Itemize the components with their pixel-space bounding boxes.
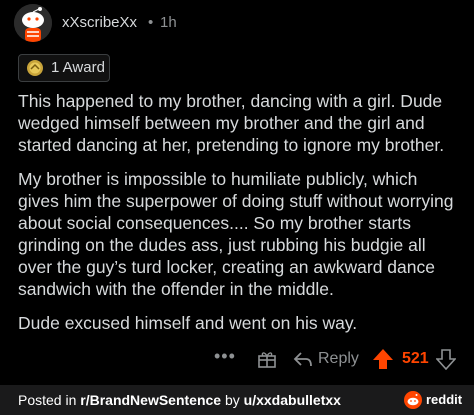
reply-button[interactable]: Reply (318, 350, 359, 368)
user-avatar[interactable] (14, 4, 52, 42)
reddit-wordmark: reddit (426, 392, 463, 407)
footer-caption: Posted in r/BrandNewSentence by u/xxdabu… (18, 392, 341, 408)
award-label: 1 Award (51, 59, 105, 76)
downvote-arrow-icon[interactable] (436, 348, 456, 370)
gift-award-icon[interactable] (257, 349, 277, 369)
footer-user-link[interactable]: u/xxdabulletxx (244, 392, 341, 408)
reply-arrow-icon[interactable] (293, 350, 313, 368)
post-footer: Posted in r/BrandNewSentence by u/xxdabu… (0, 385, 474, 415)
footer-subreddit-link[interactable]: r/BrandNewSentence (80, 392, 221, 408)
upvote-arrow-icon[interactable] (372, 348, 394, 370)
comment-paragraph: This happened to my brother, dancing wit… (18, 91, 445, 155)
vote-score: 521 (402, 350, 429, 367)
reddit-alien-icon (404, 391, 422, 409)
comment-paragraph: Dude excused himself and went on his way… (18, 313, 358, 333)
comment-paragraph: My brother is impossible to humiliate pu… (18, 169, 454, 299)
footer-middle: by (221, 392, 244, 408)
meta-separator: • (148, 14, 154, 31)
snoo-avatar-icon (14, 4, 52, 42)
comment-body: This happened to my brother, dancing wit… (18, 90, 462, 346)
footer-prefix: Posted in (18, 392, 81, 408)
more-options-button[interactable]: ••• (214, 346, 236, 367)
comment-actions: ••• Reply 521 (0, 346, 474, 374)
comment-timestamp: 1h (160, 14, 177, 31)
comment-username[interactable]: xXscribeXx (62, 14, 137, 31)
award-medal-icon (27, 60, 43, 76)
comment-header: xXscribeXx • 1h (0, 0, 474, 46)
award-badge[interactable]: 1 Award (18, 54, 110, 82)
